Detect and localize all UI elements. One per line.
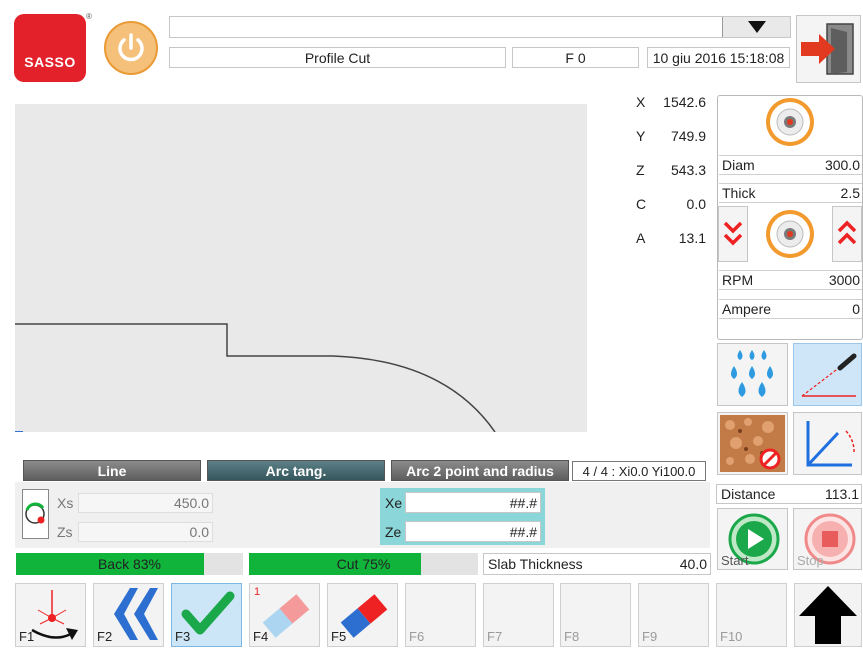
- angle-axis-button[interactable]: [793, 412, 862, 475]
- saw-blade-speed-icon: [766, 210, 814, 258]
- f6-button[interactable]: F6: [405, 583, 476, 647]
- cut-progress-bar: Cut 75%: [249, 553, 478, 575]
- coordinate-row: Z 543.3: [636, 162, 706, 178]
- coordinate-row: C 0.0: [636, 196, 706, 212]
- rpm-row[interactable]: RPM 3000: [719, 270, 862, 290]
- zs-input[interactable]: 0.0: [78, 522, 213, 542]
- saw-blade-icon: [766, 98, 814, 146]
- profile-path: [15, 323, 496, 432]
- material-off-button[interactable]: [717, 412, 788, 475]
- ze-input[interactable]: ##.#: [405, 521, 541, 542]
- line-segment-button[interactable]: Line: [23, 460, 201, 481]
- sasso-logo: SASSO: [14, 14, 86, 82]
- f4-badge: 1: [254, 586, 261, 598]
- feed-label: F 0: [512, 47, 639, 68]
- exit-button[interactable]: [796, 15, 861, 83]
- plot-origin-marker: [15, 431, 23, 432]
- shift-up-button[interactable]: [794, 583, 862, 647]
- f8-button[interactable]: F8: [560, 583, 631, 647]
- program-dropdown[interactable]: [169, 16, 791, 38]
- xe-input[interactable]: ##.#: [405, 492, 541, 513]
- ampere-row: Ampere 0: [719, 299, 862, 319]
- arc-direction-button[interactable]: [22, 489, 49, 539]
- arc-tangent-button[interactable]: Arc tang.: [207, 460, 385, 481]
- xs-input[interactable]: 450.0: [78, 493, 213, 513]
- logo-text: SASSO: [24, 54, 76, 70]
- mode-label: Profile Cut: [169, 47, 506, 68]
- zs-label: Zs: [57, 524, 73, 540]
- arc-direction-icon: [25, 502, 45, 524]
- coordinate-row: A 13.1: [636, 230, 706, 246]
- slab-thickness-field[interactable]: Slab Thickness 40.0: [483, 553, 711, 575]
- distance-display: Distance 113.1: [716, 484, 862, 504]
- f4-button[interactable]: 1 F4: [249, 583, 320, 647]
- inclined-cut-icon: [801, 353, 857, 397]
- double-chevron-down-icon: [723, 221, 743, 246]
- f3-button[interactable]: F3: [171, 583, 242, 647]
- f7-button[interactable]: F7: [483, 583, 554, 647]
- start-label: Start: [721, 553, 749, 568]
- water-drops-icon: [731, 350, 773, 397]
- f10-button[interactable]: F10: [716, 583, 787, 647]
- f1-button[interactable]: F1: [15, 583, 86, 647]
- axis-angle-icon: [806, 421, 855, 467]
- coordinate-row: X 1542.6: [636, 94, 706, 110]
- back-progress-bar: Back 83%: [16, 553, 243, 575]
- diam-row[interactable]: Diam 300.0: [719, 155, 862, 175]
- angle-cut-button[interactable]: [793, 343, 862, 406]
- ze-label: Ze: [385, 524, 402, 540]
- stone-texture-disabled-icon: [720, 415, 785, 472]
- coordinate-row: Y 749.9: [636, 128, 706, 144]
- chevron-down-icon: [747, 21, 766, 33]
- thick-row[interactable]: Thick 2.5: [719, 183, 862, 203]
- arc-2point-button[interactable]: Arc 2 point and radius: [391, 460, 569, 481]
- segment-status: 4 / 4 : Xi0.0 Yi100.0: [572, 461, 706, 481]
- f5-button[interactable]: F5: [327, 583, 398, 647]
- dropdown-toggle-button[interactable]: [722, 17, 790, 37]
- stop-button[interactable]: Stop: [793, 508, 862, 570]
- profile-plot[interactable]: [15, 104, 587, 432]
- f9-button[interactable]: F9: [638, 583, 709, 647]
- power-icon: [118, 33, 144, 62]
- datetime-display: 10 giu 2016 15:18:08: [647, 47, 790, 68]
- f2-button[interactable]: F2: [93, 583, 164, 647]
- exit-door-icon: [801, 23, 854, 75]
- xs-label: Xs: [57, 495, 74, 511]
- start-button[interactable]: Start: [717, 508, 788, 570]
- water-toggle-button[interactable]: [717, 343, 788, 406]
- power-button[interactable]: [104, 21, 158, 75]
- registered-mark: ®: [86, 12, 92, 21]
- rpm-decrease-button[interactable]: [718, 206, 748, 262]
- stop-label: Stop: [797, 553, 824, 568]
- arrow-up-icon: [799, 586, 857, 644]
- double-chevron-up-icon: [837, 220, 857, 245]
- rpm-increase-button[interactable]: [832, 206, 862, 262]
- xe-label: Xe: [385, 495, 403, 511]
